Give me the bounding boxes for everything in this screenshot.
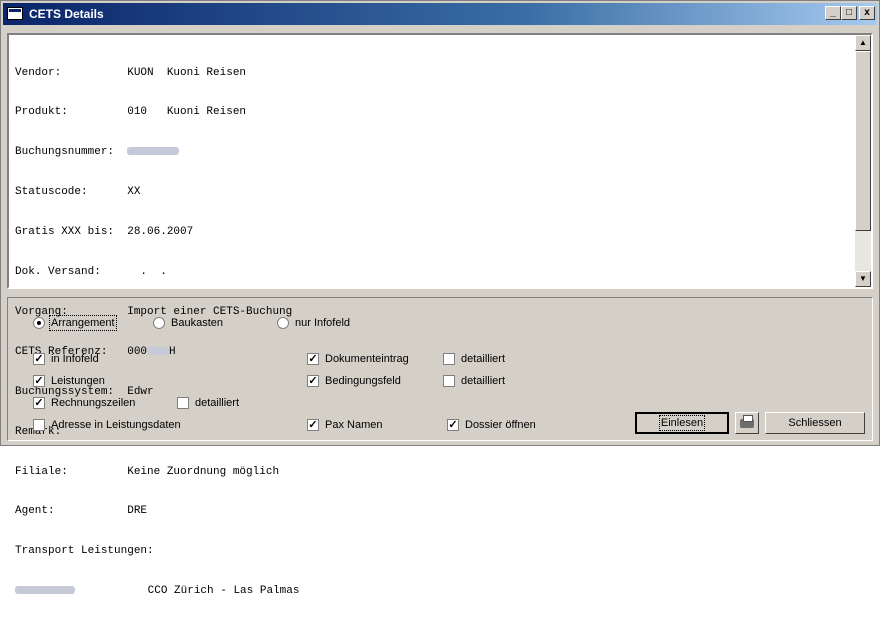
radio-nur-infofeld[interactable]: nur Infofeld (277, 317, 350, 329)
check-mark-icon: ✓ (307, 375, 319, 387)
checkbox-dossier-oeffnen-label: Dossier öffnen (465, 419, 536, 431)
checkbox-bedingungsfeld-detailliert[interactable]: detailliert (443, 375, 505, 387)
window-title: CETS Details (29, 7, 104, 21)
checkbox-bedingungsfeld-label: Bedingungsfeld (325, 375, 401, 387)
radio-arrangement[interactable]: Arrangement (33, 315, 117, 331)
printer-icon[interactable] (735, 412, 759, 434)
checkbox-box (177, 397, 189, 409)
vertical-scrollbar[interactable]: ▲ ▼ (855, 35, 871, 287)
radio-nur-infofeld-label: nur Infofeld (295, 317, 351, 329)
title-bar[interactable]: CETS Details _ □ x (3, 3, 877, 25)
checkbox-box (443, 375, 455, 387)
radio-arrangement-label: Arrangement (49, 315, 117, 331)
einlesen-button[interactable]: Einlesen (635, 412, 729, 434)
checkbox-dokumenteintrag-detailliert[interactable]: detailliert (443, 353, 505, 365)
checkbox-dokumenteintrag[interactable]: ✓ Dokumenteintrag (307, 353, 409, 365)
check-mark-icon: ✓ (307, 353, 319, 365)
scroll-down-button[interactable]: ▼ (855, 271, 871, 287)
details-text-area[interactable]: Vendor: KUON Kuoni Reisen Produkt: 010 K… (7, 33, 873, 597)
checkbox-dossier-oeffnen[interactable]: ✓ Dossier öffnen (447, 419, 536, 431)
details-line-gratis: Gratis XXX bis: 28.06.2007 (15, 226, 194, 239)
check-mark-icon: ✓ (33, 375, 45, 387)
window-icon (7, 7, 23, 20)
details-line-vendor: Vendor: KUON Kuoni Reisen (15, 66, 247, 79)
details-line-dok-versand: Dok. Versand: . . (15, 266, 167, 279)
checkbox-dokumenteintrag-label: Dokumenteintrag (325, 353, 409, 365)
checkbox-leistungen-label: Leistungen (51, 375, 105, 387)
redacted-value (15, 586, 75, 595)
checkbox-rechnungszeilen-label: Rechnungszeilen (51, 397, 136, 409)
checkbox-detailliert-label: detailliert (195, 397, 240, 409)
details-line-statuscode: Statuscode: XX (15, 186, 141, 199)
checkbox-rechnungszeilen-detailliert[interactable]: detailliert (177, 397, 239, 409)
checkbox-bedingungsfeld[interactable]: ✓ Bedingungsfeld (307, 375, 401, 387)
checkbox-box (33, 419, 45, 431)
cets-details-window: CETS Details _ □ x Vendor: KUON Kuoni Re… (0, 0, 880, 597)
radio-dot (153, 317, 165, 329)
radio-dot (277, 317, 289, 329)
check-mark-icon: ✓ (33, 397, 45, 409)
checkbox-leistungen[interactable]: ✓ Leistungen (33, 375, 105, 387)
checkbox-detailliert-label: detailliert (461, 375, 506, 387)
checkbox-adresse-label: Adresse in Leistungsdaten (51, 419, 181, 431)
minimize-button[interactable]: _ (825, 6, 841, 20)
maximize-button[interactable]: □ (841, 6, 857, 20)
scroll-thumb[interactable] (855, 51, 871, 231)
checkbox-pax-namen-label: Pax Namen (325, 419, 383, 431)
einlesen-label: Einlesen (658, 415, 706, 431)
checkbox-in-infofeld[interactable]: ✓ in Infofeld (33, 353, 99, 365)
checkbox-in-infofeld-label: in Infofeld (51, 353, 99, 365)
details-line-agent: Agent: DRE (15, 505, 148, 518)
schliessen-button[interactable]: Schliessen (765, 412, 865, 434)
radio-baukasten-label: Baukasten (171, 317, 223, 329)
check-mark-icon: ✓ (447, 419, 459, 431)
details-line-transport-item: CCO Zürich - Las Palmas (15, 585, 299, 598)
checkbox-box (443, 353, 455, 365)
radio-dot (33, 317, 45, 329)
check-mark-icon: ✓ (307, 419, 319, 431)
details-line-buchungsnummer: Buchungsnummer: (15, 146, 299, 159)
scroll-up-button[interactable]: ▲ (855, 35, 871, 51)
close-button[interactable]: x (859, 6, 875, 20)
checkbox-adresse[interactable]: Adresse in Leistungsdaten (33, 419, 181, 431)
details-line-produkt: Produkt: 010 Kuoni Reisen (15, 106, 247, 119)
checkbox-detailliert-label: detailliert (461, 353, 506, 365)
checkbox-pax-namen[interactable]: ✓ Pax Namen (307, 419, 382, 431)
checkbox-rechnungszeilen[interactable]: ✓ Rechnungszeilen (33, 397, 135, 409)
redacted-value (127, 147, 180, 156)
radio-baukasten[interactable]: Baukasten (153, 317, 223, 329)
details-line-transport: Transport Leistungen: (15, 545, 154, 558)
details-line-filiale: Filiale: Keine Zuordnung möglich (15, 465, 280, 478)
check-mark-icon: ✓ (33, 353, 45, 365)
